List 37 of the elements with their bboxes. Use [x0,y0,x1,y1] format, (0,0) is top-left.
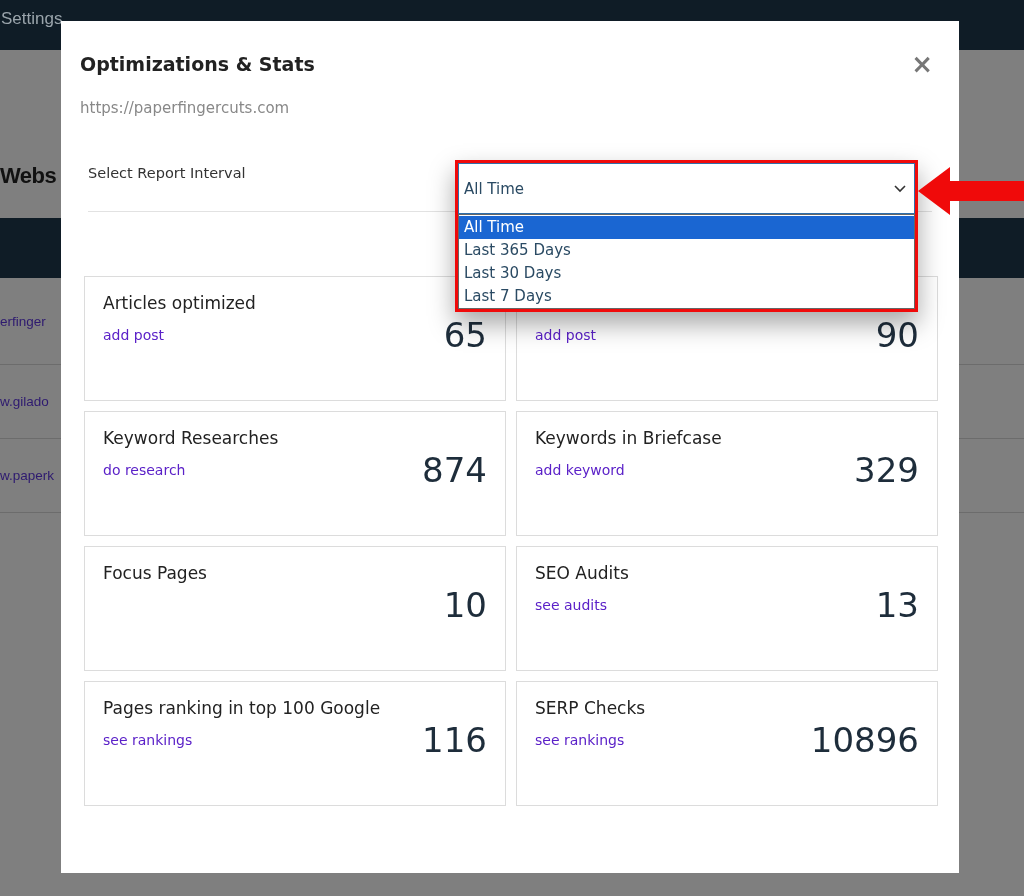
interval-label: Select Report Interval [88,165,246,181]
stat-value: 90 [875,315,919,355]
page-heading: Webs [0,162,58,190]
stat-title: SERP Checks [535,698,646,720]
website-link[interactable]: erfinger [0,313,46,329]
close-button[interactable]: × [907,51,937,77]
stat-link[interactable]: add post [535,327,597,343]
stat-title: Keywords in Briefcase [535,428,722,450]
stat-value: 10 [443,585,487,625]
stat-value: 116 [422,720,487,760]
stat-value: 13 [875,585,919,625]
stat-value: 874 [422,450,487,490]
stat-link[interactable]: add post [103,327,256,343]
dropdown-option[interactable]: Last 365 Days [459,239,914,262]
stat-link[interactable]: add keyword [535,462,722,478]
stat-title: Articles optimized [103,293,256,315]
chevron-down-icon [894,184,906,193]
website-link[interactable]: w.gilado [0,394,49,409]
stat-title: Keyword Researches [103,428,279,450]
dropdown-option[interactable]: Last 7 Days [459,285,914,308]
stat-link[interactable]: see rankings [535,732,646,748]
dropdown-option[interactable]: All Time [459,216,914,239]
stat-title: Pages ranking in top 100 Google [103,698,381,720]
nav-link[interactable]: Settings [0,0,63,29]
stat-value: 65 [443,315,487,355]
stat-value: 10896 [810,720,919,760]
website-link[interactable]: w.paperk [0,468,55,483]
site-url: https://paperfingercuts.com [79,98,291,117]
stat-link[interactable]: see rankings [103,732,381,748]
dropdown-option[interactable]: Last 30 Days [459,262,914,285]
stat-value: 329 [854,450,919,490]
stat-title: SEO Audits [535,563,629,585]
stat-link[interactable]: do research [103,462,279,478]
modal-title: Optimizations & Stats [80,53,315,75]
interval-select[interactable]: All Time [458,163,915,214]
stat-link[interactable]: see audits [535,597,629,613]
stat-title: Focus Pages [103,563,207,585]
